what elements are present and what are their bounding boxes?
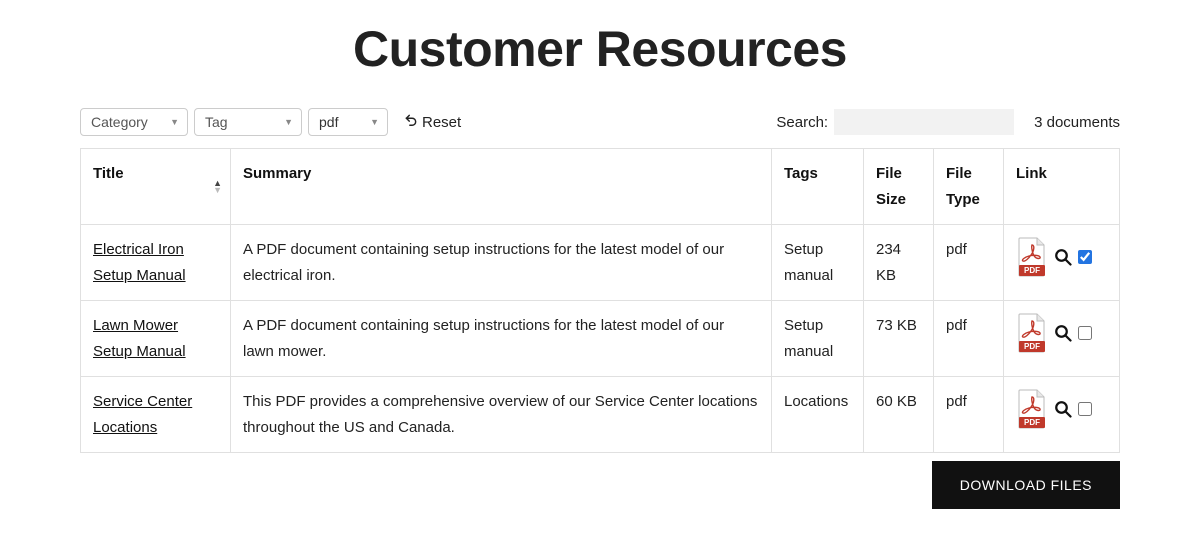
document-file-size: 234 KB xyxy=(864,225,934,301)
chevron-down-icon: ▼ xyxy=(370,117,379,127)
select-row-checkbox[interactable] xyxy=(1078,326,1092,340)
search-label: Search: xyxy=(776,114,828,131)
table-row: Electrical Iron Setup Manual A PDF docum… xyxy=(81,225,1120,301)
toolbar: Category ▼ Tag ▼ pdf ▼ Reset xyxy=(80,108,1120,136)
document-tags: Setup manual xyxy=(772,225,864,301)
pdf-file-icon[interactable]: PDF xyxy=(1016,237,1048,277)
reset-button[interactable]: Reset xyxy=(404,113,461,131)
column-header-tags[interactable]: Tags xyxy=(772,149,864,225)
column-header-summary[interactable]: Summary xyxy=(231,149,772,225)
preview-icon[interactable] xyxy=(1054,248,1072,266)
select-row-checkbox[interactable] xyxy=(1078,250,1092,264)
document-title-link[interactable]: Lawn Mower Setup Manual xyxy=(93,317,186,360)
document-file-size: 73 KB xyxy=(864,301,934,377)
category-filter-label: Category xyxy=(91,114,148,130)
document-file-size: 60 KB xyxy=(864,377,934,453)
document-title-link[interactable]: Electrical Iron Setup Manual xyxy=(93,241,186,284)
pdf-file-icon[interactable]: PDF xyxy=(1016,389,1048,429)
column-header-title-label: Title xyxy=(93,165,124,182)
reset-label: Reset xyxy=(422,114,461,131)
table-row: Lawn Mower Setup Manual A PDF document c… xyxy=(81,301,1120,377)
undo-icon xyxy=(404,113,418,131)
document-count: 3 documents xyxy=(1034,114,1120,131)
filetype-filter[interactable]: pdf ▼ xyxy=(308,108,388,136)
document-tags: Locations xyxy=(772,377,864,453)
preview-icon[interactable] xyxy=(1054,324,1072,342)
column-header-file-type[interactable]: File Type xyxy=(934,149,1004,225)
document-tags: Setup manual xyxy=(772,301,864,377)
table-row: Service Center Locations This PDF provid… xyxy=(81,377,1120,453)
document-summary: A PDF document containing setup instruct… xyxy=(231,225,772,301)
tag-filter[interactable]: Tag ▼ xyxy=(194,108,302,136)
pdf-file-icon[interactable]: PDF xyxy=(1016,313,1048,353)
document-file-type: pdf xyxy=(934,301,1004,377)
preview-icon[interactable] xyxy=(1054,400,1072,418)
svg-text:PDF: PDF xyxy=(1024,266,1040,275)
document-file-type: pdf xyxy=(934,377,1004,453)
filetype-filter-value: pdf xyxy=(319,114,338,130)
search-input[interactable] xyxy=(834,109,1014,135)
svg-text:PDF: PDF xyxy=(1024,342,1040,351)
document-file-type: pdf xyxy=(934,225,1004,301)
category-filter[interactable]: Category ▼ xyxy=(80,108,188,136)
page-title: Customer Resources xyxy=(80,20,1120,78)
tag-filter-label: Tag xyxy=(205,114,228,130)
document-summary: A PDF document containing setup instruct… xyxy=(231,301,772,377)
chevron-down-icon: ▼ xyxy=(284,117,293,127)
column-header-link[interactable]: Link xyxy=(1004,149,1120,225)
documents-table: Title ▲▼ Summary Tags File Size File Typ… xyxy=(80,148,1120,453)
document-summary: This PDF provides a comprehensive overvi… xyxy=(231,377,772,453)
search-group: Search: xyxy=(776,109,1014,135)
download-files-button[interactable]: DOWNLOAD FILES xyxy=(932,461,1120,509)
sort-indicator: ▲▼ xyxy=(213,179,222,193)
filter-group: Category ▼ Tag ▼ pdf ▼ Reset xyxy=(80,108,461,136)
column-header-file-size[interactable]: File Size xyxy=(864,149,934,225)
svg-text:PDF: PDF xyxy=(1024,418,1040,427)
document-title-link[interactable]: Service Center Locations xyxy=(93,393,192,436)
select-row-checkbox[interactable] xyxy=(1078,402,1092,416)
chevron-down-icon: ▼ xyxy=(170,117,179,127)
column-header-title[interactable]: Title ▲▼ xyxy=(81,149,231,225)
